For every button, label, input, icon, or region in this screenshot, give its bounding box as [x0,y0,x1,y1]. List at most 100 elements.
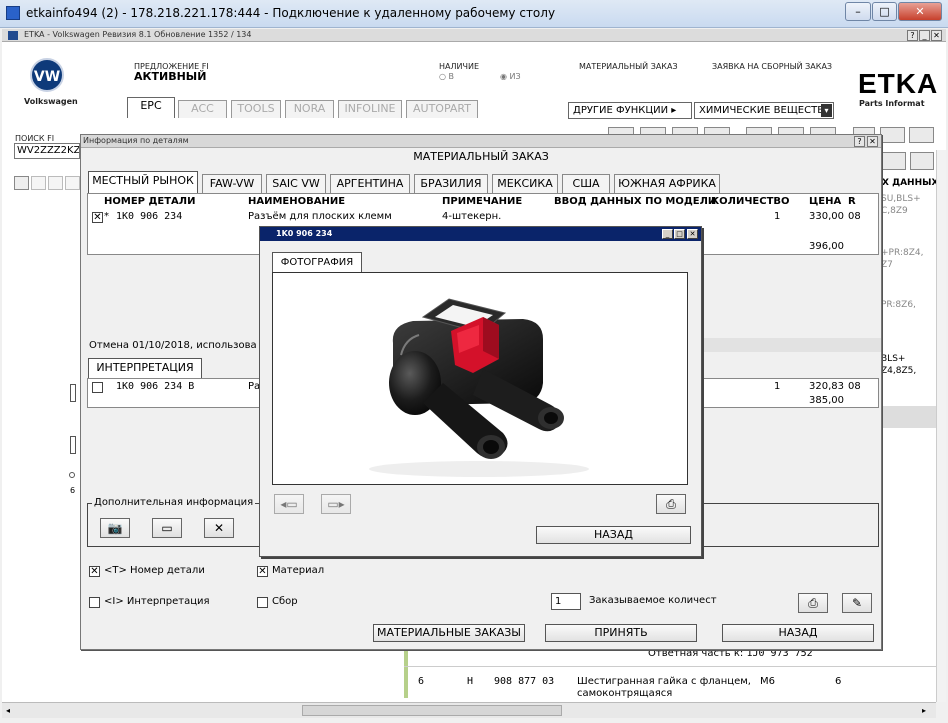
horizontal-scrollbar[interactable]: ◂ ▸ [2,702,936,718]
tab-saic-vw[interactable]: SAIC VW [266,174,326,193]
popup-close-button[interactable]: ✕ [687,229,698,239]
dialog-title-bar: Информация по деталям ? ✕ [81,135,881,148]
etka-help-button[interactable]: ? [907,30,918,41]
col-model-data: ВВОД ДАННЫХ ПО МОДЕЛИ [554,196,717,207]
row1-checkbox[interactable]: ✕ [92,212,103,223]
tab-photo[interactable]: ФОТОГРАФИЯ [272,252,362,273]
dialog-title: Информация по деталям [83,136,189,145]
model-data-panel: Х ДАННЫХ SU,BLS+ C,8Z9 +PR:8Z4, Z7 PR:8Z… [879,172,938,402]
chemicals-dropdown[interactable]: ХИМИЧЕСКИЕ ВЕЩЕСТВ ▾ [694,102,834,119]
order-quantity-input[interactable]: 1 [551,593,581,610]
option-material-checkbox[interactable]: ✕ [257,566,268,577]
volkswagen-logo-icon: VW [30,58,64,92]
additional-info-label: Дополнительная информация [92,497,256,508]
photo-popup-title: 1K0 906 234 [276,229,333,238]
tab-epc[interactable]: EPC [127,97,175,118]
accept-button[interactable]: ПРИНЯТЬ [545,624,697,642]
tab-interpretation[interactable]: ИНТЕРПРЕТАЦИЯ [88,358,202,379]
tab-brazil[interactable]: БРАЗИЛИЯ [414,174,488,193]
etka-minimize-button[interactable]: _ [919,30,930,41]
screen-icon[interactable]: ▭ [152,518,182,538]
toolbar-next-page-icon[interactable] [909,127,934,143]
etka-window-title: ETKA - Volkswagen Ревизия 8.1 Обновление… [24,30,252,39]
etka-close-button[interactable]: ✕ [931,30,942,41]
list-item-name-2: самоконтрящаяся [577,688,673,699]
tab-infoline[interactable]: INFOLINE [338,100,402,118]
col-r: R [848,196,856,207]
etka-title-bar: ETKA - Volkswagen Ревизия 8.1 Обновление… [2,29,946,42]
dialog-close-button[interactable]: ✕ [867,136,878,147]
remote-desktop-icon [6,6,20,20]
option-interpretation-checkbox[interactable] [89,597,100,608]
chevron-down-icon[interactable]: ▾ [821,104,832,117]
cancel-note: Отмена 01/10/2018, использова [89,340,257,351]
material-orders-button[interactable]: МАТЕРИАЛЬНЫЕ ЗАКАЗЫ [373,624,525,642]
availability-option-b[interactable]: ○ В [439,72,454,81]
row1-part-number[interactable]: 1K0 906 234 [116,211,182,222]
edit-icon[interactable]: ✎ [842,593,872,613]
model-data-line: Z7 [881,260,893,270]
availability-option-iz[interactable]: ◉ ИЗ [500,72,521,81]
popup-maximize-button[interactable]: □ [674,229,685,239]
camera-icon[interactable]: 📷 [100,518,130,538]
scroll-thumb[interactable] [302,705,562,716]
tab-acc[interactable]: ACC [178,100,227,118]
tab-tools[interactable]: TOOLS [231,100,281,118]
tab-faw-vw[interactable]: FAW-VW [202,174,262,193]
option-interpretation-label: <I> Интерпретация [104,596,210,607]
popup-print-icon[interactable]: ⎙ [656,494,686,514]
dialog-help-button[interactable]: ? [854,136,865,147]
list-item-size: M6 [760,676,775,687]
list-item-part[interactable]: 908 877 03 [494,676,554,687]
tab-local-market[interactable]: МЕСТНЫЙ РЫНОК [88,171,198,193]
model-data-line: +PR:8Z4, [881,248,924,258]
scroll-right-icon[interactable]: ▸ [922,706,926,715]
option-assembly-checkbox[interactable] [257,597,268,608]
print-icon[interactable]: ⎙ [798,593,828,613]
tab-nora[interactable]: NORA [285,100,334,118]
right-scrollbar[interactable] [936,150,946,702]
scroll-left-icon[interactable]: ◂ [6,706,10,715]
minimize-button[interactable]: – [845,2,871,21]
photo-popup-title-bar: 1K0 906 234 _ □ ✕ [260,227,701,241]
zoom-fit-icon[interactable] [48,176,63,190]
tab-usa[interactable]: США [562,174,610,193]
col-price: ЦЕНА [809,196,842,207]
nav-last-icon[interactable] [910,152,934,170]
close-button[interactable]: ✕ [898,2,942,21]
model-data-line: SU,BLS+ [881,194,921,204]
option-part-number-checkbox[interactable]: ✕ [89,566,100,577]
zoom-in-icon[interactable] [14,176,29,190]
row1-r: 08 [848,211,861,222]
tab-mexico[interactable]: МЕКСИКА [492,174,558,193]
popup-back-button[interactable]: НАЗАД [536,526,691,544]
option-assembly-label: Сбор [272,596,298,607]
row2-part-number[interactable]: 1K0 906 234 B [116,381,194,392]
search-input[interactable]: WV2ZZZ2KZ [14,143,80,159]
toolbar-prev-page-icon[interactable] [880,127,905,143]
tab-south-africa[interactable]: ЮЖНАЯ АФРИКА [614,174,720,193]
row2-price-gross: 385,00 [809,395,844,406]
tab-autopart[interactable]: AUTOPART [406,100,478,118]
row2-price: 320,83 [809,381,844,392]
back-button[interactable]: НАЗАД [722,624,874,642]
maximize-button[interactable]: □ [872,2,897,21]
model-data-line: Z4,8Z5, [881,366,917,376]
list-item-mark: Н [467,676,474,687]
availability-label: НАЛИЧИЕ [439,62,480,71]
option-material-label: Материал [272,565,325,576]
rdp-title-bar: etkainfo494 (2) - 178.218.221.178:444 - … [0,0,948,28]
tools-icon[interactable]: ✕ [204,518,234,538]
offer-value: АКТИВНЫЙ [134,70,207,83]
rdp-window-title: etkainfo494 (2) - 178.218.221.178:444 - … [26,6,556,20]
dialog-header: МАТЕРИАЛЬНЫЙ ЗАКАЗ [413,150,549,163]
zoom-reset-icon[interactable] [65,176,80,190]
popup-minimize-button[interactable]: _ [662,229,673,239]
tab-argentina[interactable]: АРГЕНТИНА [330,174,410,193]
other-functions-menu[interactable]: ДРУГИЕ ФУНКЦИИ ▸ [568,102,692,119]
row2-checkbox[interactable] [92,382,103,393]
prev-image-icon[interactable]: ◂▭ [274,494,304,514]
nav-first-icon[interactable] [882,152,906,170]
zoom-out-icon[interactable] [31,176,46,190]
next-image-icon[interactable]: ▭▸ [321,494,351,514]
